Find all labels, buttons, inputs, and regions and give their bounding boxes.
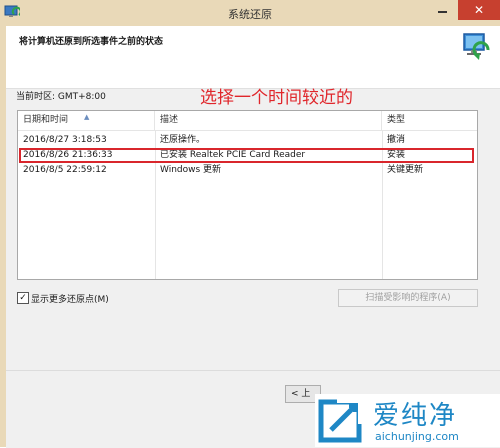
column-header-date-label: 日期和时间 — [23, 115, 69, 125]
close-button[interactable]: ✕ — [458, 0, 500, 20]
highlight-box — [19, 148, 474, 163]
column-header-date[interactable]: 日期和时间 ▲ — [18, 111, 155, 130]
dialog-header: 将计算机还原到所选事件之前的状态 — [6, 26, 500, 89]
show-more-checkbox[interactable]: ✓ — [17, 292, 29, 304]
system-restore-large-icon — [463, 33, 490, 60]
list-header: 日期和时间 ▲ 描述 类型 — [18, 111, 477, 131]
timezone-label: 当前时区: GMT+8:00 — [16, 92, 106, 102]
watermark-domain: aichunjing.com — [375, 430, 459, 443]
column-header-description[interactable]: 描述 — [155, 111, 382, 130]
annotation-text: 选择一个时间较近的 — [200, 88, 353, 108]
page-title: 将计算机还原到所选事件之前的状态 — [19, 37, 164, 47]
row-date: 2016/8/27 3:18:53 — [23, 135, 107, 145]
scan-affected-programs-button[interactable]: 扫描受影响的程序(A) — [338, 289, 478, 307]
watermark-logo-icon — [318, 397, 364, 443]
restore-point-list[interactable]: 日期和时间 ▲ 描述 类型 2016/8/27 3:18:53 还原操作。 撤消… — [17, 110, 478, 280]
minimize-button[interactable] — [430, 2, 454, 20]
title-bar[interactable]: 系统还原 ✕ — [0, 0, 500, 26]
sort-arrow-icon: ▲ — [84, 113, 90, 121]
row-type: 关键更新 — [387, 165, 424, 175]
row-type: 撤消 — [387, 135, 406, 145]
column-header-type[interactable]: 类型 — [382, 111, 477, 130]
row-date: 2016/8/5 22:59:12 — [23, 165, 107, 175]
table-row[interactable]: 2016/8/5 22:59:12 Windows 更新 关键更新 — [18, 163, 477, 178]
show-more-label: 显示更多还原点(M) — [31, 295, 109, 305]
watermark-brand: 爱纯净 — [373, 401, 458, 431]
window-title: 系统还原 — [228, 8, 272, 21]
row-description: Windows 更新 — [160, 165, 222, 175]
row-description: 还原操作。 — [160, 135, 206, 145]
watermark: 爱纯净 aichunjing.com — [315, 394, 500, 447]
system-restore-window: 系统还原 ✕ 将计算机还原到所选事件之前的状态 当前时区: GMT+8:00 选… — [0, 0, 500, 448]
table-row[interactable]: 2016/8/27 3:18:53 还原操作。 撤消 — [18, 133, 477, 148]
